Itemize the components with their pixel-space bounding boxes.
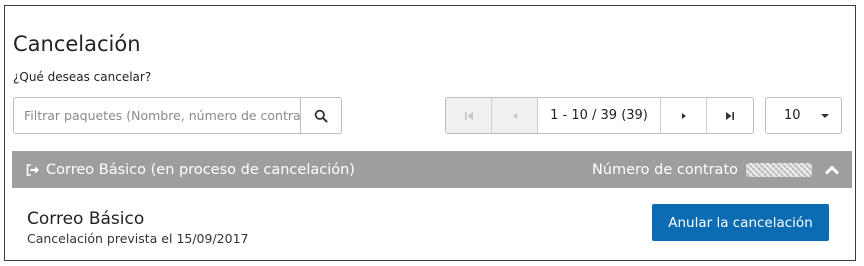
page-size-value: 10 <box>784 108 801 123</box>
contract-info: Número de contrato <box>592 162 840 178</box>
contract-number-redacted <box>746 162 812 177</box>
search-icon <box>314 109 328 123</box>
package-name: Correo Básico <box>27 209 145 229</box>
page-size-select[interactable]: 10 <box>765 97 842 134</box>
first-page-icon <box>464 111 473 120</box>
group-label: Correo Básico (en proceso de cancelación… <box>46 161 355 178</box>
search-input[interactable] <box>24 108 300 123</box>
cancellation-date: Cancelación prevista el 15/09/2017 <box>27 231 249 246</box>
first-page-button[interactable] <box>446 98 492 133</box>
caret-down-icon <box>821 113 829 118</box>
undo-cancellation-button[interactable]: Anular la cancelación <box>652 204 829 241</box>
package-group-header[interactable]: Correo Básico (en proceso de cancelación… <box>12 151 852 188</box>
cancellation-panel: Cancelación ¿Qué deseas cancelar? 1 - 10… <box>4 5 856 261</box>
prev-page-icon <box>512 112 517 119</box>
chevron-up-icon[interactable] <box>824 164 840 176</box>
last-page-icon <box>726 111 734 120</box>
prev-page-button[interactable] <box>492 98 538 133</box>
page-subtitle: ¿Qué deseas cancelar? <box>13 70 152 84</box>
next-page-icon <box>681 112 686 119</box>
page-title: Cancelación <box>13 32 141 56</box>
next-page-button[interactable] <box>661 98 707 133</box>
group-title: Correo Básico (en proceso de cancelación… <box>26 162 355 178</box>
pagination: 1 - 10 / 39 (39) <box>445 97 754 134</box>
contract-number-label: Número de contrato <box>591 161 738 178</box>
search-button[interactable] <box>300 97 342 134</box>
last-page-button[interactable] <box>707 98 753 133</box>
search-field[interactable] <box>13 97 301 134</box>
page-range: 1 - 10 / 39 (39) <box>538 98 661 133</box>
sign-out-icon <box>26 163 40 176</box>
